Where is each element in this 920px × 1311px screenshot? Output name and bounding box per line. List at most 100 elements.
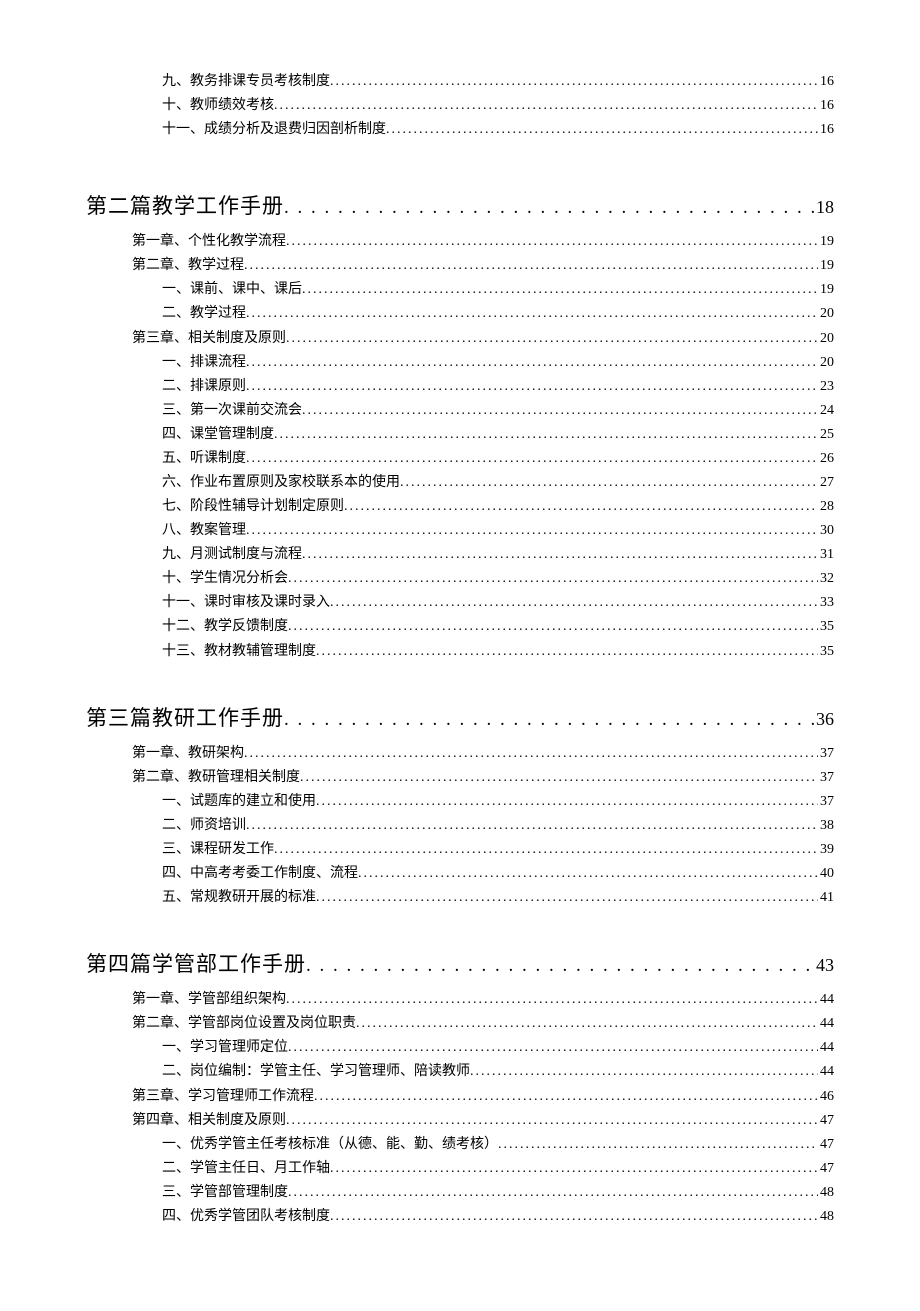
- toc-leader-dots: ........................................…: [330, 70, 818, 94]
- toc-entry-title: 第一章、学管部组织架构: [132, 988, 286, 1012]
- toc-leader-dots: ........................................…: [316, 640, 818, 664]
- toc-entry: 三、第一次课前交流会..............................…: [86, 399, 834, 423]
- toc-part-title: 第二篇教学工作手册: [86, 190, 284, 220]
- toc-leader-dots: ........................................…: [246, 447, 818, 471]
- toc-entry-title: 五、听课制度: [162, 447, 246, 471]
- toc-entry-title: 二、师资培训: [162, 814, 246, 838]
- toc-leader-dots: ........................................…: [286, 327, 818, 351]
- toc-entry-page: 19: [818, 254, 834, 278]
- toc-leader-dots: ........................................…: [356, 1012, 818, 1036]
- toc-entry-page: 16: [818, 94, 834, 118]
- toc-part-page: 43: [814, 955, 834, 976]
- toc-entry: 第一章、个性化教学流程.............................…: [86, 230, 834, 254]
- toc-leader-dots: ........................................…: [302, 543, 818, 567]
- toc-leader-dots: ........................................…: [314, 1085, 818, 1109]
- toc-entry-title: 十二、教学反馈制度: [162, 615, 288, 639]
- toc-leader-dots: ........................................…: [330, 1205, 818, 1229]
- toc-leader-dots: ........................................…: [246, 302, 818, 326]
- toc-entry: 二、教学过程..................................…: [86, 302, 834, 326]
- toc-entry-page: 47: [818, 1109, 834, 1133]
- toc-entry: 十三、教材教辅管理制度.............................…: [86, 640, 834, 664]
- toc-entry: 五、听课制度..................................…: [86, 447, 834, 471]
- toc-entry-page: 37: [818, 766, 834, 790]
- toc-part-page: 36: [814, 709, 834, 730]
- toc-part-heading: 第三篇教研工作手册 . . . . . . . . . . . . . . . …: [86, 702, 834, 732]
- toc-part-2: 第二篇教学工作手册 . . . . . . . . . . . . . . . …: [86, 190, 834, 663]
- toc-entry-title: 一、试题库的建立和使用: [162, 790, 316, 814]
- toc-entry: 第三章、相关制度及原则.............................…: [86, 327, 834, 351]
- toc-entry-page: 48: [818, 1205, 834, 1229]
- toc-entry-title: 一、优秀学管主任考核标准（从德、能、勤、绩考核）: [162, 1133, 498, 1157]
- toc-leader-dots: ........................................…: [300, 766, 818, 790]
- toc-entry-title: 七、阶段性辅导计划制定原则: [162, 495, 344, 519]
- toc-leader-dots: ........................................…: [288, 615, 818, 639]
- toc-leader-dots: ........................................…: [330, 1157, 818, 1181]
- toc-entry: 三、学管部管理制度...............................…: [86, 1181, 834, 1205]
- toc-entry-title: 三、第一次课前交流会: [162, 399, 302, 423]
- toc-entry: 第一章、教研架构................................…: [86, 742, 834, 766]
- toc-entry: 第三章、学习管理师工作流程...........................…: [86, 1085, 834, 1109]
- toc-entry-page: 27: [818, 471, 834, 495]
- toc-leader-dots: ........................................…: [286, 230, 818, 254]
- toc-entry: 二、排课原则..................................…: [86, 375, 834, 399]
- toc-entry: 四、课堂管理制度................................…: [86, 423, 834, 447]
- toc-entry-title: 第三章、相关制度及原则: [132, 327, 286, 351]
- toc-entry-page: 28: [818, 495, 834, 519]
- toc-entry-title: 四、中高考考委工作制度、流程: [162, 862, 358, 886]
- toc-leader-dots: ........................................…: [246, 814, 818, 838]
- toc-entry: 六、作业布置原则及家校联系本的使用.......................…: [86, 471, 834, 495]
- toc-entry-title: 四、优秀学管团队考核制度: [162, 1205, 330, 1229]
- toc-leader-dots: . . . . . . . . . . . . . . . . . . . . …: [306, 955, 814, 977]
- toc-leader-dots: ........................................…: [288, 1181, 818, 1205]
- toc-entry-title: 五、常规教研开展的标准: [162, 886, 316, 910]
- toc-entry: 七、阶段性辅导计划制定原则...........................…: [86, 495, 834, 519]
- toc-entry-page: 48: [818, 1181, 834, 1205]
- toc-leader-dots: ........................................…: [302, 399, 818, 423]
- toc-entry: 一、排课流程..................................…: [86, 351, 834, 375]
- toc-entry-title: 十一、课时审核及课时录入: [162, 591, 330, 615]
- toc-entry-page: 19: [818, 278, 834, 302]
- toc-entry-title: 二、教学过程: [162, 302, 246, 326]
- toc-leader-dots: ........................................…: [400, 471, 818, 495]
- toc-entry-page: 37: [818, 790, 834, 814]
- toc-entry: 第二章、学管部岗位设置及岗位职责........................…: [86, 1012, 834, 1036]
- toc-entry: 九、月测试制度与流程..............................…: [86, 543, 834, 567]
- toc-entry-page: 30: [818, 519, 834, 543]
- toc-leader-dots: ........................................…: [246, 375, 818, 399]
- toc-entry-title: 第四章、相关制度及原则: [132, 1109, 286, 1133]
- toc-entry-title: 十、学生情况分析会: [162, 567, 288, 591]
- toc-leader-dots: ........................................…: [288, 567, 818, 591]
- toc-entry-page: 44: [818, 1060, 834, 1084]
- toc-leader-dots: ........................................…: [246, 351, 818, 375]
- toc-entry-page: 16: [818, 70, 834, 94]
- toc-entry-page: 23: [818, 375, 834, 399]
- toc-entry: 八、教案管理..................................…: [86, 519, 834, 543]
- toc-entry-page: 37: [818, 742, 834, 766]
- toc-entry-page: 38: [818, 814, 834, 838]
- toc-entry: 第二章、教研管理相关制度............................…: [86, 766, 834, 790]
- toc-entry-title: 一、学习管理师定位: [162, 1036, 288, 1060]
- toc-entry: 十二、教学反馈制度...............................…: [86, 615, 834, 639]
- toc-entry: 二、学管主任日、月工作轴............................…: [86, 1157, 834, 1181]
- toc-entry-title: 二、学管主任日、月工作轴: [162, 1157, 330, 1181]
- toc-leader-dots: ........................................…: [344, 495, 818, 519]
- toc-continuation: 九、教务排课专员考核制度 ...........................…: [86, 70, 834, 142]
- toc-entry: 一、优秀学管主任考核标准（从德、能、勤、绩考核）................…: [86, 1133, 834, 1157]
- toc-leader-dots: ........................................…: [316, 790, 818, 814]
- toc-entry-page: 44: [818, 1012, 834, 1036]
- toc-entry-title: 十一、成绩分析及退费归因剖析制度: [162, 118, 386, 142]
- toc-leader-dots: . . . . . . . . . . . . . . . . . . . . …: [284, 197, 814, 219]
- toc-leader-dots: ........................................…: [286, 1109, 818, 1133]
- toc-entry-title: 第一章、个性化教学流程: [132, 230, 286, 254]
- toc-entry-title: 三、课程研发工作: [162, 838, 274, 862]
- toc-entry-title: 第二章、教学过程: [132, 254, 244, 278]
- toc-entry-page: 47: [818, 1133, 834, 1157]
- toc-entry-page: 47: [818, 1157, 834, 1181]
- toc-entry-title: 十三、教材教辅管理制度: [162, 640, 316, 664]
- toc-entry-page: 20: [818, 327, 834, 351]
- toc-entry: 十、教师绩效考核 ...............................…: [86, 94, 834, 118]
- toc-entry-page: 26: [818, 447, 834, 471]
- toc-entry: 一、学习管理师定位...............................…: [86, 1036, 834, 1060]
- toc-entry-page: 32: [818, 567, 834, 591]
- toc-entry: 二、岗位编制：学管主任、学习管理师、陪读教师..................…: [86, 1060, 834, 1084]
